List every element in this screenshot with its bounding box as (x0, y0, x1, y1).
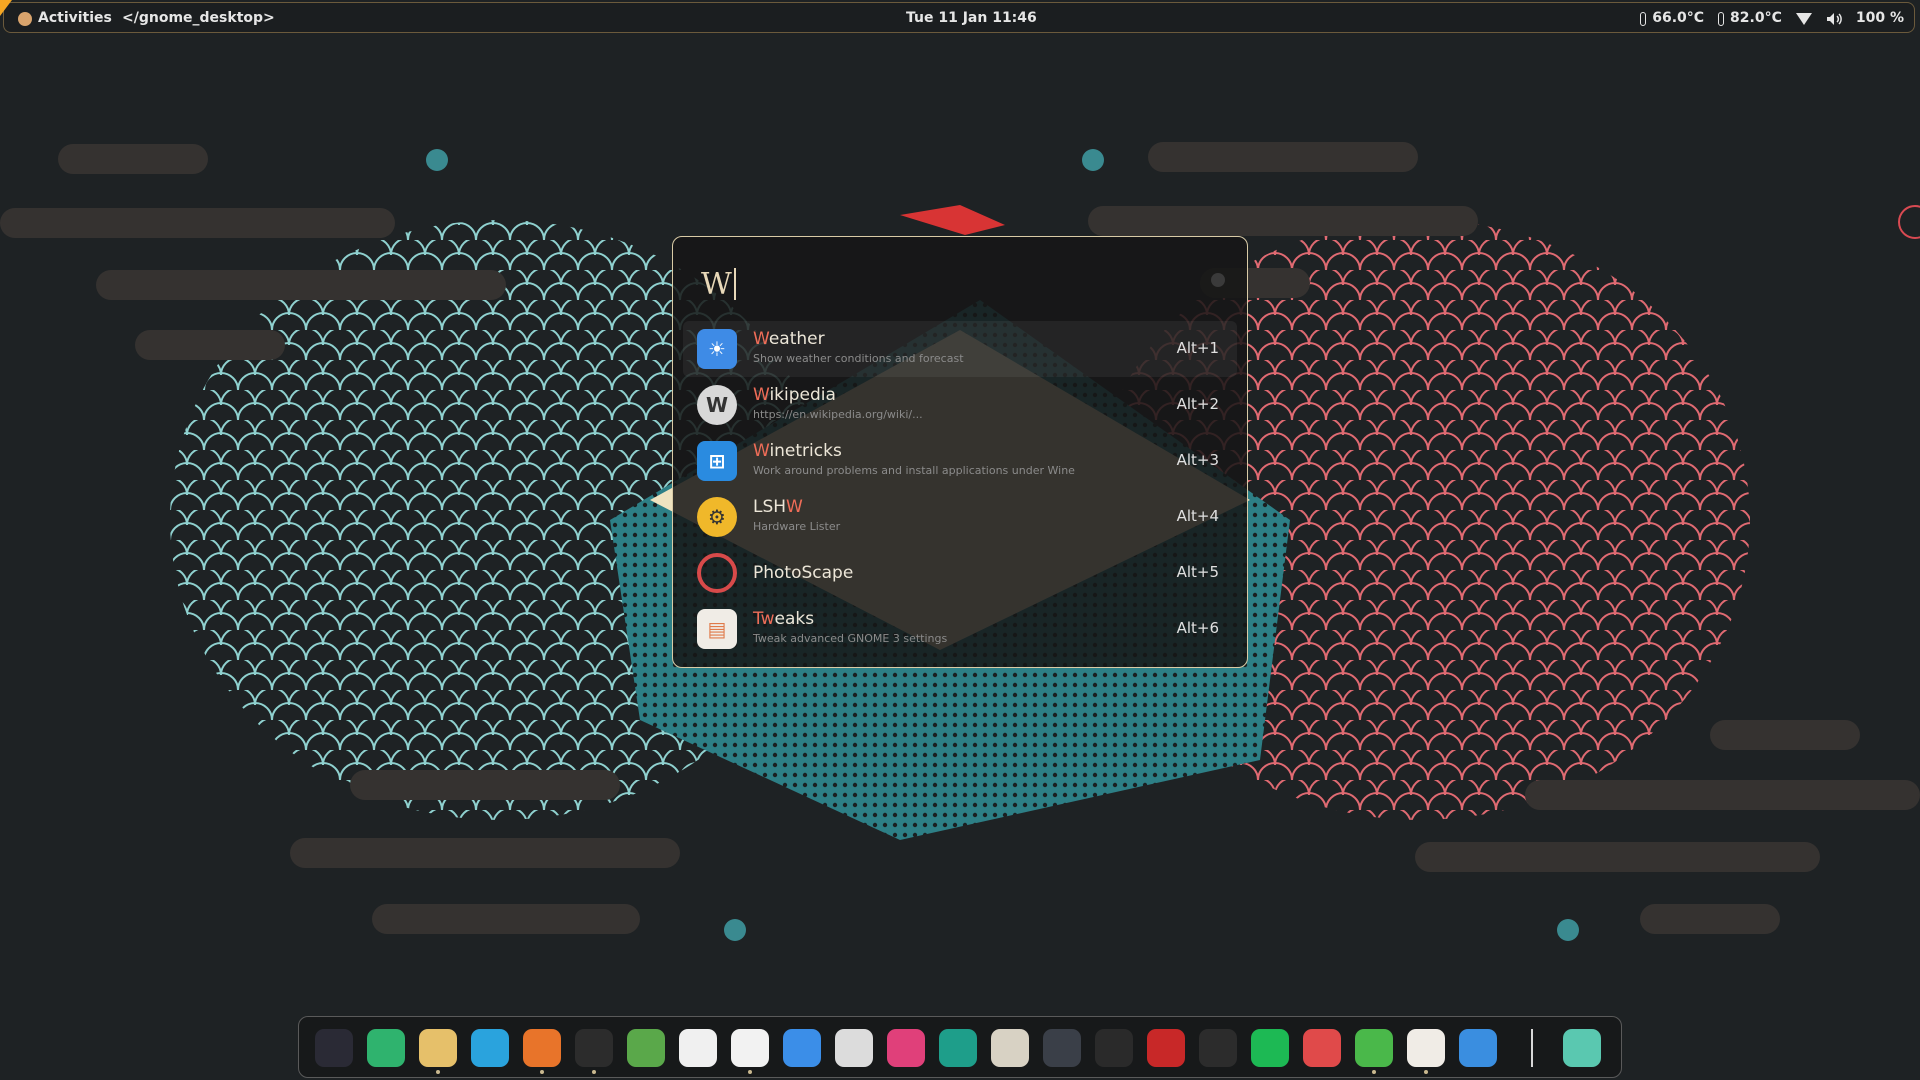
weather-icon: ☀ (697, 329, 737, 369)
result-weather[interactable]: ☀ Weather Show weather conditions and fo… (683, 321, 1237, 377)
result-description: Show weather conditions and forecast (753, 352, 964, 365)
result-winetricks[interactable]: ⊞ Winetricks Work around problems and in… (683, 433, 1237, 489)
result-shortcut: Alt+2 (1176, 395, 1219, 413)
result-description: https://en.wikipedia.org/wiki/... (753, 408, 923, 421)
wikipedia-icon: W (697, 385, 737, 425)
temp2-value: 82.0°C (1730, 10, 1782, 26)
search-input[interactable]: W (701, 259, 736, 309)
result-name: LSHW (753, 497, 803, 517)
app-launcher[interactable]: W ☀ Weather Show weather conditions and … (672, 236, 1248, 668)
running-indicator (592, 1070, 596, 1074)
running-indicator (436, 1070, 440, 1074)
top-bar: Activities </gnome_desktop> Tue 11 Jan 1… (3, 2, 1915, 33)
telegram-icon[interactable] (471, 1029, 509, 1067)
result-name: PhotoScape (753, 563, 854, 583)
result-lshw[interactable]: ⚙ LSHW Hardware Lister Alt+4 (683, 489, 1237, 545)
trash-icon[interactable] (1563, 1029, 1601, 1067)
results-list: ☀ Weather Show weather conditions and fo… (683, 321, 1237, 657)
firefox-icon[interactable] (523, 1029, 561, 1074)
winetricks-icon: ⊞ (697, 441, 737, 481)
result-shortcut: Alt+4 (1176, 507, 1219, 525)
result-description: Work around problems and install applica… (753, 464, 1075, 477)
running-indicator (1372, 1070, 1376, 1074)
files-icon[interactable] (419, 1029, 457, 1074)
activities-button[interactable]: Activities (18, 3, 112, 34)
color-picker-icon[interactable] (731, 1029, 769, 1074)
figma-icon[interactable] (1095, 1029, 1133, 1067)
thermometer-icon (1718, 11, 1725, 26)
result-shortcut: Alt+5 (1176, 563, 1219, 581)
result-name: Weather (753, 329, 825, 349)
mouse-pointer-icon (0, 0, 12, 16)
volume-icon (1826, 12, 1842, 25)
budgie-icon[interactable] (315, 1029, 353, 1067)
temperature-indicator-2[interactable]: 82.0°C (1718, 3, 1782, 34)
gnome-foot-icon (18, 11, 32, 26)
spotify-icon[interactable] (1251, 1029, 1289, 1067)
photoscape-icon (697, 553, 737, 593)
instagram-icon[interactable] (887, 1029, 925, 1067)
activities-label: Activities (38, 10, 112, 26)
settings-icon[interactable] (1459, 1029, 1497, 1067)
extensions-icon[interactable] (1355, 1029, 1393, 1074)
result-wikipedia[interactable]: W Wikipedia https://en.wikipedia.org/wik… (683, 377, 1237, 433)
dconf-editor-icon[interactable] (835, 1029, 873, 1067)
screenshot-icon[interactable] (939, 1029, 977, 1067)
result-name: Wikipedia (753, 385, 836, 405)
clear-search-icon[interactable] (1211, 273, 1225, 287)
running-indicator (540, 1070, 544, 1074)
wifi-icon (1795, 12, 1812, 25)
result-description: Hardware Lister (753, 520, 841, 533)
system-tray[interactable]: 66.0°C 82.0°C 100 % (1640, 3, 1904, 34)
dock (298, 1016, 1622, 1078)
terminal-icon[interactable] (575, 1029, 613, 1074)
volume-indicator[interactable] (1826, 12, 1842, 26)
result-shortcut: Alt+6 (1176, 619, 1219, 637)
result-photoscape[interactable]: PhotoScape Alt+5 (683, 545, 1237, 601)
thermometer-icon (1640, 11, 1647, 26)
clock[interactable]: Tue 11 Jan 11:46 (906, 3, 1037, 34)
audio-icon[interactable] (1303, 1029, 1341, 1067)
download-manager-icon[interactable] (367, 1029, 405, 1067)
tweaks-dock-icon[interactable] (1407, 1029, 1445, 1074)
result-tweaks[interactable]: ▤ Tweaks Tweak advanced GNOME 3 settings… (683, 601, 1237, 657)
result-name: Winetricks (753, 441, 842, 461)
result-description: Tweak advanced GNOME 3 settings (753, 632, 948, 645)
messages-icon[interactable] (783, 1029, 821, 1067)
temp1-value: 66.0°C (1652, 10, 1705, 26)
result-shortcut: Alt+1 (1176, 339, 1219, 357)
running-indicator (748, 1070, 752, 1074)
text-caret (733, 268, 736, 300)
kdenlive-icon[interactable] (1147, 1029, 1185, 1067)
result-name: Tweaks (753, 609, 815, 629)
gimp-icon[interactable] (991, 1029, 1029, 1067)
temperature-indicator-1[interactable]: 66.0°C (1640, 3, 1704, 34)
running-indicator (1424, 1070, 1428, 1074)
tweaks-icon: ▤ (697, 609, 737, 649)
search-query: W (701, 266, 732, 302)
lshw-icon: ⚙ (697, 497, 737, 537)
screen-capture-icon[interactable] (1199, 1029, 1237, 1067)
workspace-title[interactable]: </gnome_desktop> (122, 3, 275, 34)
result-shortcut: Alt+3 (1176, 451, 1219, 469)
dock-separator (1531, 1029, 1533, 1067)
text-editor-icon[interactable] (679, 1029, 717, 1067)
github-desktop-icon[interactable] (1043, 1029, 1081, 1067)
wifi-indicator[interactable] (1795, 12, 1812, 25)
battery-indicator[interactable]: 100 % (1856, 3, 1904, 34)
inkscape-icon[interactable] (627, 1029, 665, 1067)
